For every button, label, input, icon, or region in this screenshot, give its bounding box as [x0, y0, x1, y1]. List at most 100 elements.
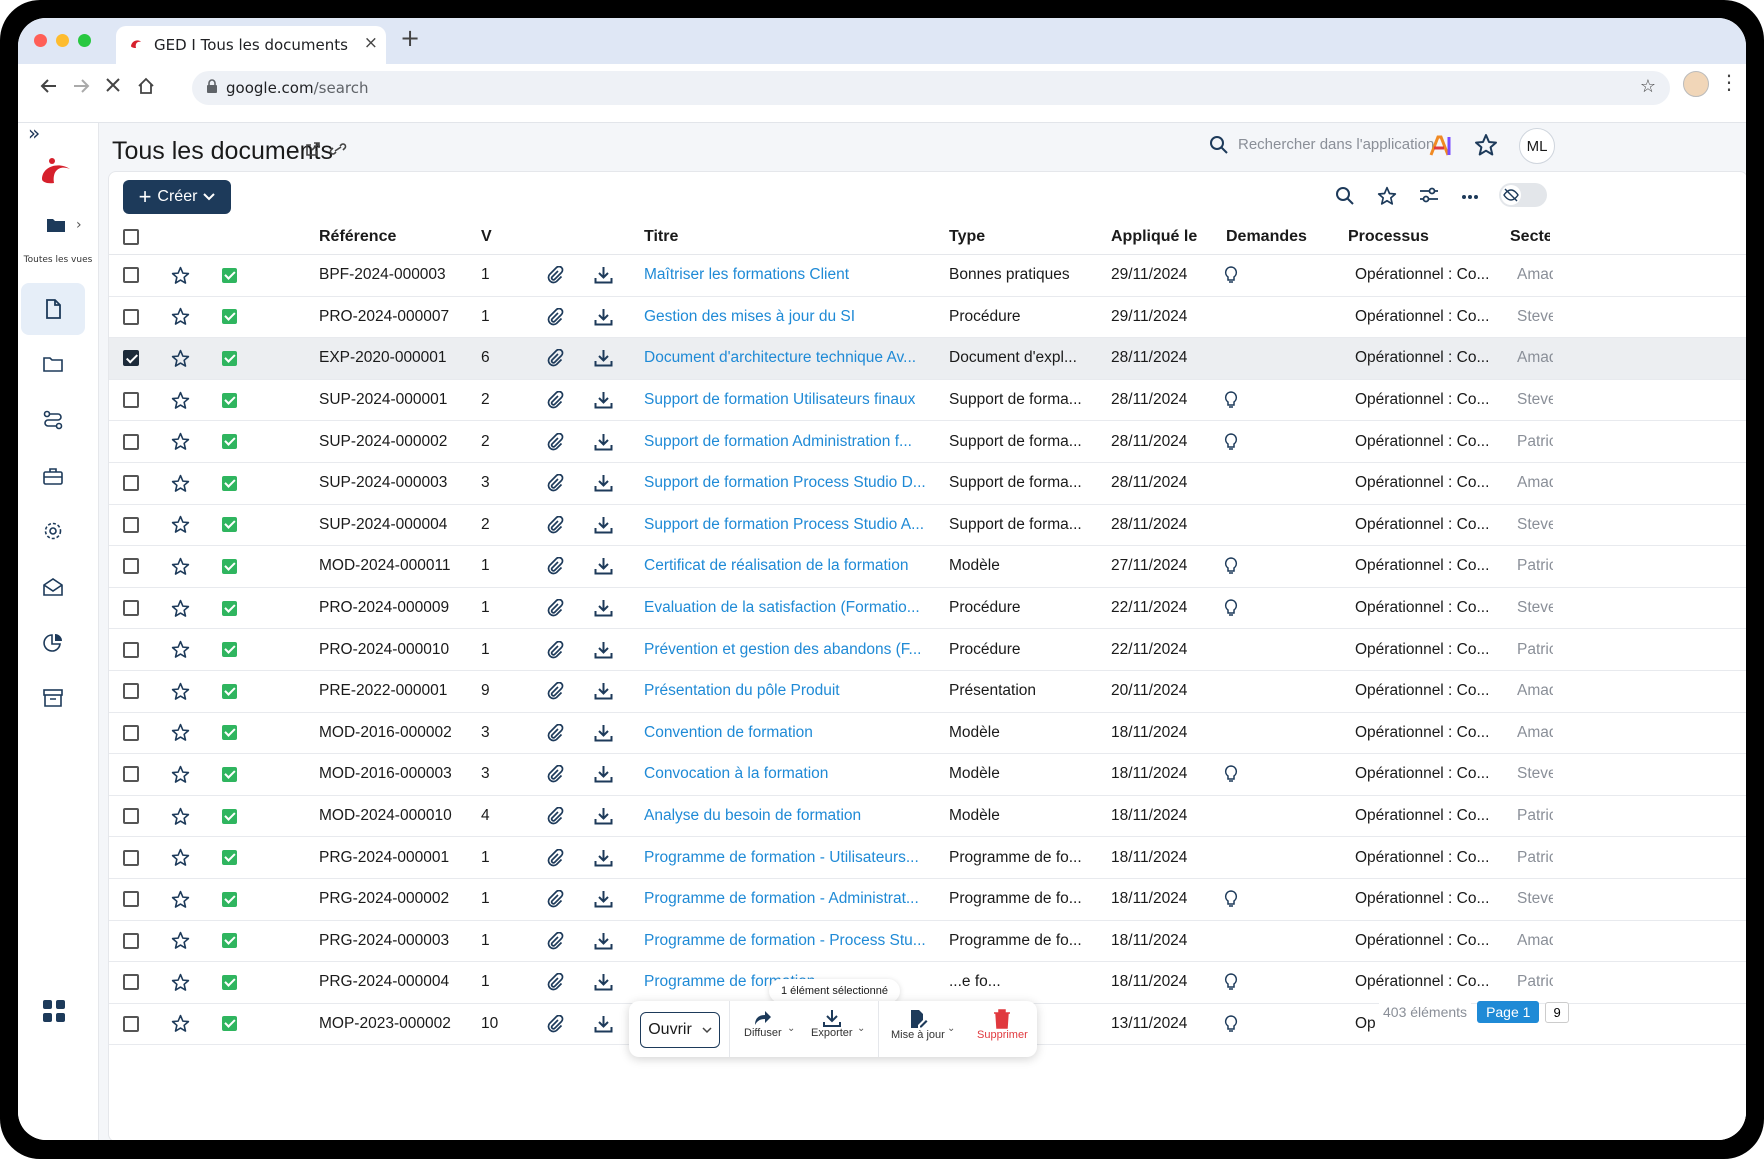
cell-title-link[interactable]: Programme de formation - Process Stu...	[644, 921, 926, 962]
row-checkbox[interactable]	[123, 974, 139, 991]
download-icon[interactable]	[594, 754, 613, 795]
ai-assistant-icon[interactable]	[1429, 135, 1453, 157]
download-icon[interactable]	[594, 796, 613, 837]
favorite-star-icon[interactable]	[171, 255, 190, 296]
cell-title-link[interactable]: Support de formation Process Studio D...	[644, 463, 926, 504]
download-icon[interactable]	[594, 962, 613, 1003]
download-icon[interactable]	[594, 671, 613, 712]
download-icon[interactable]	[594, 1004, 613, 1045]
row-checkbox[interactable]	[123, 558, 139, 575]
attachment-icon[interactable]	[546, 962, 564, 1003]
row-checkbox[interactable]	[123, 932, 139, 949]
table-row[interactable]: PRO-2024-000009 1 Evaluation de la satisfa…	[109, 588, 1746, 630]
download-icon[interactable]	[594, 629, 613, 670]
row-checkbox[interactable]	[123, 267, 139, 284]
open-button[interactable]: Ouvrir	[640, 1012, 720, 1048]
header-sector[interactable]: Secteu	[1510, 219, 1550, 254]
row-checkbox[interactable]	[123, 308, 139, 325]
download-icon[interactable]	[594, 879, 613, 920]
browser-tab[interactable]: GED I Tous les documents ×	[116, 26, 386, 64]
lightbulb-icon[interactable]	[1224, 588, 1238, 629]
favorite-star-icon[interactable]	[171, 421, 190, 462]
download-icon[interactable]	[594, 421, 613, 462]
attachment-icon[interactable]	[546, 837, 564, 878]
download-icon[interactable]	[594, 338, 613, 379]
cell-title-link[interactable]: Convocation à la formation	[644, 754, 828, 795]
attachment-icon[interactable]	[546, 671, 564, 712]
lightbulb-icon[interactable]	[1224, 380, 1238, 421]
attachment-icon[interactable]	[546, 629, 564, 670]
table-row[interactable]: PRG-2024-000002 1 Programme de formation -…	[109, 879, 1746, 921]
favorite-star-icon[interactable]	[171, 588, 190, 629]
more-options-icon[interactable]	[1461, 194, 1479, 200]
browser-profile-avatar[interactable]	[1683, 71, 1709, 97]
open-external-icon[interactable]	[305, 141, 321, 157]
table-row[interactable]: MOD-2016-000002 3 Convention de formation M…	[109, 713, 1746, 755]
table-row[interactable]: PRG-2024-000001 1 Programme de formation -…	[109, 837, 1746, 879]
favorite-star-icon[interactable]	[171, 962, 190, 1003]
create-button[interactable]: + Créer	[123, 180, 231, 214]
row-checkbox[interactable]	[123, 766, 139, 783]
table-row[interactable]: PRO-2024-000007 1 Gestion des mises à jour…	[109, 297, 1746, 339]
download-icon[interactable]	[594, 255, 613, 296]
lightbulb-icon[interactable]	[1224, 255, 1238, 296]
select-all-checkbox[interactable]	[123, 228, 139, 245]
table-row[interactable]: SUP-2024-000003 3 Support de formation Pro…	[109, 463, 1746, 505]
row-checkbox[interactable]	[123, 641, 139, 658]
favorite-star-icon[interactable]	[171, 921, 190, 962]
favorite-star-icon[interactable]	[171, 837, 190, 878]
table-search-icon[interactable]	[1335, 186, 1354, 205]
favorites-star-icon[interactable]	[1474, 133, 1498, 157]
row-checkbox[interactable]	[123, 849, 139, 866]
header-process[interactable]: Processus	[1348, 219, 1429, 254]
export-chevron-icon[interactable]: ⌄	[857, 1023, 865, 1034]
table-row[interactable]: SUP-2024-000001 2 Support de formation Uti…	[109, 380, 1746, 422]
chevron-right-icon[interactable]: ›	[76, 217, 82, 233]
row-checkbox[interactable]	[123, 683, 139, 700]
download-icon[interactable]	[594, 463, 613, 504]
cell-title-link[interactable]: Analyse du besoin de formation	[644, 796, 861, 837]
row-checkbox[interactable]	[123, 1015, 139, 1032]
row-checkbox[interactable]	[123, 891, 139, 908]
favorite-star-icon[interactable]	[171, 671, 190, 712]
favorite-star-icon[interactable]	[171, 297, 190, 338]
all-views-label[interactable]: Toutes les vues	[18, 255, 98, 265]
browser-menu-icon[interactable]: ⋮	[1719, 70, 1739, 94]
cell-title-link[interactable]: Présentation du pôle Produit	[644, 671, 840, 712]
sidebar-item-documents[interactable]	[21, 283, 85, 335]
update-button[interactable]: Mise à jour	[891, 1009, 945, 1041]
new-tab-button[interactable]: +	[400, 24, 420, 52]
attachment-icon[interactable]	[546, 338, 564, 379]
attachment-icon[interactable]	[546, 380, 564, 421]
favorite-star-icon[interactable]	[171, 754, 190, 795]
download-icon[interactable]	[594, 505, 613, 546]
sidebar-item-settings[interactable]	[21, 505, 85, 557]
cell-title-link[interactable]: Programme de formation - Administrat...	[644, 879, 919, 920]
header-reference[interactable]: Référence	[319, 219, 396, 254]
header-version[interactable]: V	[481, 219, 492, 254]
cell-title-link[interactable]: Maîtriser les formations Client	[644, 255, 849, 296]
header-title[interactable]: Titre	[644, 219, 678, 254]
table-row[interactable]: PRE-2022-000001 9 Présentation du pôle Pro…	[109, 671, 1746, 713]
cell-title-link[interactable]: Gestion des mises à jour du SI	[644, 297, 855, 338]
favorite-star-icon[interactable]	[171, 546, 190, 587]
favorite-star-icon[interactable]	[171, 1004, 190, 1045]
table-favorites-icon[interactable]	[1377, 186, 1397, 206]
table-row[interactable]: EXP-2020-000001 6 Document d'architecture …	[109, 338, 1746, 380]
download-icon[interactable]	[594, 837, 613, 878]
download-icon[interactable]	[594, 588, 613, 629]
address-bar[interactable]: google.com/search ☆	[192, 71, 1670, 105]
table-row[interactable]: PRO-2024-000010 1 Prévention et gestion de…	[109, 629, 1746, 671]
lightbulb-icon[interactable]	[1224, 879, 1238, 920]
attachment-icon[interactable]	[546, 421, 564, 462]
favorite-star-icon[interactable]	[171, 796, 190, 837]
bookmark-star-icon[interactable]: ☆	[1640, 76, 1656, 97]
lightbulb-icon[interactable]	[1224, 1004, 1238, 1045]
sidebar-item-business[interactable]	[21, 450, 85, 502]
table-row[interactable]: SUP-2024-000002 2 Support de formation Adm…	[109, 421, 1746, 463]
lightbulb-icon[interactable]	[1224, 962, 1238, 1003]
cell-title-link[interactable]: Programme de formation - Utilisateurs...	[644, 837, 919, 878]
share-chevron-icon[interactable]: ⌄	[787, 1023, 795, 1034]
table-row[interactable]: PRG-2024-000003 1 Programme de formation -…	[109, 921, 1746, 963]
download-icon[interactable]	[594, 380, 613, 421]
